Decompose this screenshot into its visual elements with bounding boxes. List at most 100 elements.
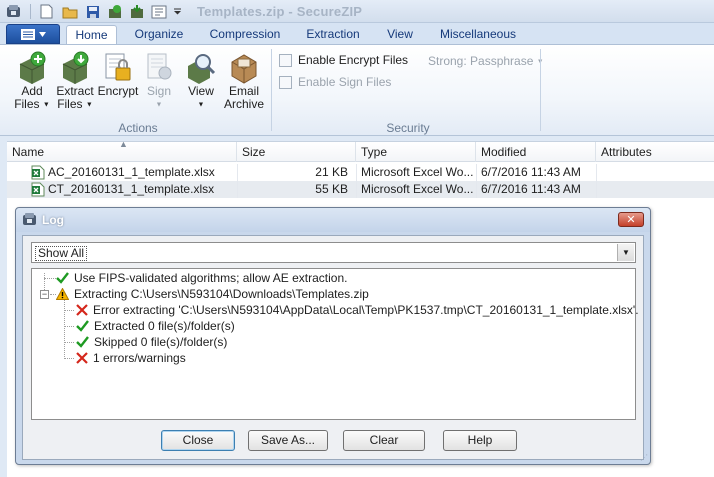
view-button[interactable]: View ▼ bbox=[184, 49, 218, 111]
save-as-button[interactable]: Save As... bbox=[248, 430, 328, 451]
column-header-attributes[interactable]: Attributes bbox=[596, 142, 714, 162]
log-entry-extracted[interactable]: Extracted 0 file(s)/folder(s) bbox=[76, 318, 235, 334]
column-divider bbox=[476, 164, 477, 198]
extract-files-icon bbox=[58, 49, 92, 85]
extract-files-button[interactable]: Extract Files ▼ bbox=[55, 49, 95, 111]
enable-encrypt-label: Enable Encrypt Files bbox=[298, 53, 409, 67]
help-button[interactable]: Help bbox=[443, 430, 517, 451]
log-entry-errors-count[interactable]: 1 errors/warnings bbox=[76, 350, 186, 366]
enable-encrypt-checkbox[interactable]: Enable Encrypt Files bbox=[279, 53, 408, 67]
encrypt-label: Encrypt bbox=[97, 84, 139, 98]
checkbox-box[interactable] bbox=[279, 53, 292, 67]
dialog-body: Show All ▼ Use FIPS-validated algorithms… bbox=[22, 235, 644, 460]
add-icon[interactable] bbox=[106, 3, 123, 20]
log-entry-error[interactable]: Error extracting 'C:\Users\N593104\AppDa… bbox=[76, 302, 639, 318]
email-label-2: Archive bbox=[223, 97, 264, 111]
email-archive-icon bbox=[227, 49, 261, 85]
table-row[interactable]: AC_20160131_1_template.xlsx 21 KB Micros… bbox=[7, 164, 714, 181]
tab-view[interactable]: View bbox=[379, 25, 421, 45]
close-button[interactable]: Close bbox=[161, 430, 235, 451]
error-x-icon bbox=[76, 304, 88, 316]
checkbox-box[interactable] bbox=[279, 75, 292, 89]
file-name: AC_20160131_1_template.xlsx bbox=[48, 165, 215, 179]
tree-connector bbox=[64, 310, 74, 311]
file-type: Microsoft Excel Wo... bbox=[361, 165, 473, 179]
file-modified: 6/7/2016 11:43 AM bbox=[481, 182, 581, 196]
error-x-icon bbox=[76, 352, 88, 364]
log-tree[interactable]: Use FIPS-validated algorithms; allow AE … bbox=[31, 268, 639, 420]
tree-connector bbox=[44, 278, 56, 279]
group-separator bbox=[540, 49, 541, 131]
application-menu-button[interactable] bbox=[6, 24, 60, 44]
menu-icon bbox=[20, 28, 35, 40]
dropdown-arrow-icon: ▼ bbox=[155, 101, 163, 109]
open-icon[interactable] bbox=[61, 3, 78, 20]
column-header-type[interactable]: Type bbox=[356, 142, 476, 162]
log-entry-text: Extracting C:\Users\N593104\Downloads\Te… bbox=[74, 287, 369, 301]
dialog-title-bar[interactable]: Log ✕ bbox=[16, 208, 650, 232]
close-icon[interactable]: ✕ bbox=[618, 212, 644, 227]
view-magnifier-icon bbox=[184, 49, 218, 85]
tree-connector bbox=[64, 299, 65, 357]
add-files-button[interactable]: Add Files ▼ bbox=[13, 49, 51, 111]
tree-connector bbox=[64, 326, 74, 327]
email-archive-button[interactable]: Email Archive bbox=[222, 49, 266, 111]
chevron-down-icon[interactable]: ▼ bbox=[617, 244, 634, 261]
sign-certificate-icon bbox=[142, 49, 176, 85]
log-entry-fips[interactable]: Use FIPS-validated algorithms; allow AE … bbox=[56, 270, 347, 286]
file-attributes bbox=[601, 181, 711, 198]
clear-button[interactable]: Clear bbox=[343, 430, 425, 451]
enable-sign-checkbox[interactable]: Enable Sign Files bbox=[279, 75, 391, 89]
strong-passphrase-label: Strong: Passphrase bbox=[428, 54, 534, 68]
resize-grip-icon[interactable]: ⋰ bbox=[640, 453, 648, 462]
enable-sign-label: Enable Sign Files bbox=[298, 75, 392, 89]
column-header-modified[interactable]: Modified bbox=[476, 142, 596, 162]
dropdown-icon[interactable] bbox=[171, 3, 183, 20]
tab-organize[interactable]: Organize bbox=[127, 25, 191, 45]
excel-file-icon bbox=[31, 165, 45, 180]
tab-extraction[interactable]: Extraction bbox=[298, 25, 368, 45]
log-entry-extracting[interactable]: Extracting C:\Users\N593104\Downloads\Te… bbox=[56, 286, 369, 302]
log-entry-text: Error extracting 'C:\Users\N593104\AppDa… bbox=[93, 303, 639, 317]
table-row[interactable]: CT_20160131_1_template.xlsx 55 KB Micros… bbox=[7, 181, 714, 198]
file-size: 55 KB bbox=[315, 182, 348, 196]
group-separator bbox=[271, 49, 272, 131]
column-header-size[interactable]: Size bbox=[237, 142, 356, 162]
sign-label: Sign bbox=[146, 84, 172, 98]
file-modified: 6/7/2016 11:43 AM bbox=[481, 165, 581, 179]
encrypt-button[interactable]: Encrypt bbox=[97, 49, 139, 98]
toolbar-separator bbox=[30, 4, 31, 19]
tab-miscellaneous[interactable]: Miscellaneous bbox=[432, 25, 524, 45]
column-divider bbox=[596, 164, 597, 198]
file-attributes bbox=[601, 164, 711, 181]
new-icon[interactable] bbox=[38, 3, 55, 20]
log-entry-text: Skipped 0 file(s)/folder(s) bbox=[94, 335, 228, 349]
log-entry-skipped[interactable]: Skipped 0 file(s)/folder(s) bbox=[76, 334, 227, 350]
tree-connector bbox=[64, 342, 74, 343]
tab-compression[interactable]: Compression bbox=[204, 25, 286, 45]
dropdown-arrow-icon: ▼ bbox=[42, 101, 50, 109]
check-icon bbox=[76, 320, 89, 332]
file-type: Microsoft Excel Wo... bbox=[361, 182, 473, 196]
check-icon bbox=[56, 272, 69, 284]
view-label: View bbox=[188, 84, 214, 98]
log-filter-value: Show All bbox=[35, 246, 88, 261]
excel-file-icon bbox=[31, 182, 45, 197]
strong-passphrase-dropdown[interactable]: Strong: Passphrase ▼ bbox=[428, 54, 544, 68]
app-icon[interactable] bbox=[5, 3, 22, 20]
extract-icon[interactable] bbox=[128, 3, 145, 20]
add-files-label-2: Files bbox=[14, 97, 40, 111]
tree-connector bbox=[64, 358, 74, 359]
sign-button[interactable]: Sign ▼ bbox=[143, 49, 175, 111]
extract-files-label-2: Files bbox=[57, 97, 83, 111]
chevron-down-icon bbox=[38, 31, 46, 37]
save-icon[interactable] bbox=[84, 3, 101, 20]
log-entry-text: 1 errors/warnings bbox=[93, 351, 186, 365]
tab-home[interactable]: Home bbox=[66, 25, 117, 45]
column-header-name[interactable]: Name bbox=[7, 142, 237, 162]
log-dialog: Log ✕ Show All ▼ Use FIPS-validated algo… bbox=[15, 207, 651, 465]
customize-icon[interactable] bbox=[150, 3, 167, 20]
log-filter-select[interactable]: Show All ▼ bbox=[31, 242, 636, 263]
encrypt-lock-icon bbox=[101, 49, 135, 85]
collapse-icon[interactable]: − bbox=[40, 290, 49, 299]
